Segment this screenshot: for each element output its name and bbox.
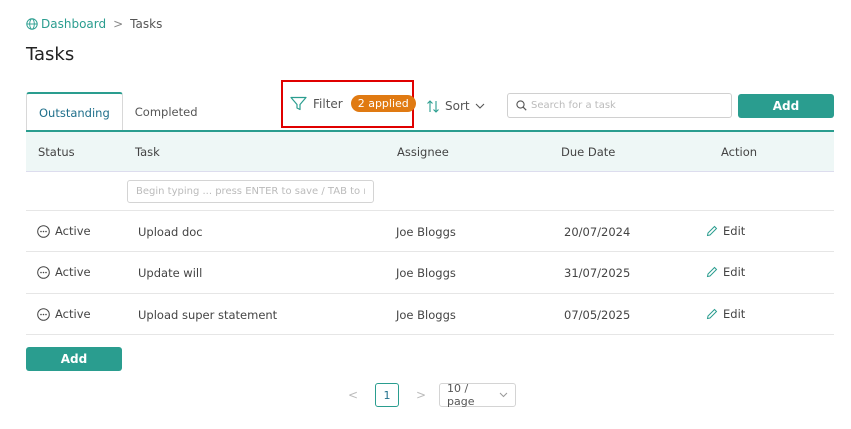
search-icon [516,100,527,111]
filter-button[interactable]: Filter 2 applied [290,95,416,112]
next-page-button[interactable]: > [413,388,429,402]
task-name: Update will [138,266,203,280]
due-date: 31/07/2025 [564,266,631,280]
tab-outstanding[interactable]: Outstanding [26,92,123,131]
breadcrumb: Dashboard > Tasks [26,17,162,31]
task-name: Upload doc [138,225,203,239]
due-date: 20/07/2024 [564,225,631,239]
status-cell: Active [37,224,91,238]
more-circle-icon [37,307,50,321]
chevron-down-icon [499,392,508,398]
more-circle-icon [37,265,50,279]
column-header-status: Status [38,145,75,159]
breadcrumb-home-label: Dashboard [41,17,107,31]
column-header-action: Action [721,145,758,159]
prev-page-button[interactable]: < [345,388,361,402]
status-text: Active [55,265,91,279]
page-number-button[interactable]: 1 [375,383,399,407]
breadcrumb-current: Tasks [130,17,163,31]
edit-label: Edit [723,307,746,321]
edit-button[interactable]: Edit [706,224,745,238]
filter-applied-badge: 2 applied [350,95,416,112]
assignee: Joe Bloggs [396,308,456,322]
pencil-icon [706,266,718,278]
assignee: Joe Bloggs [396,225,456,239]
add-task-button[interactable]: Add [738,94,834,118]
filter-icon [290,96,307,111]
edit-label: Edit [723,224,746,238]
status-text: Active [55,307,91,321]
task-tabs: Outstanding Completed [26,92,210,131]
pagination: < 1 > [345,383,429,407]
more-circle-icon [37,224,50,238]
status-text: Active [55,224,91,238]
column-header-assignee: Assignee [397,145,449,159]
column-header-due-date: Due Date [561,145,616,159]
add-task-bottom-button[interactable]: Add [26,347,122,371]
globe-icon [26,18,38,30]
pencil-icon [706,225,718,237]
edit-button[interactable]: Edit [706,265,745,279]
breadcrumb-separator: > [113,17,124,31]
edit-button[interactable]: Edit [706,307,745,321]
table-row: Active Upload doc Joe Bloggs 20/07/2024 … [26,211,834,252]
pencil-icon [706,308,718,320]
search-box [507,93,732,118]
table-row: Active Update will Joe Bloggs 31/07/2025… [26,252,834,294]
status-cell: Active [37,307,91,321]
filter-label: Filter [313,96,343,111]
sort-arrows-icon [427,99,439,113]
breadcrumb-dashboard-link[interactable]: Dashboard [26,17,106,31]
tab-completed[interactable]: Completed [123,92,210,131]
sort-button[interactable]: Sort [426,99,485,113]
sort-label: Sort [445,99,470,113]
edit-label: Edit [723,265,746,279]
assignee: Joe Bloggs [396,266,456,280]
chevron-down-icon [475,103,484,109]
new-task-input[interactable] [127,180,374,203]
page-title: Tasks [26,44,75,65]
due-date: 07/05/2025 [564,308,631,322]
table-row: Active Upload super statement Joe Bloggs… [26,294,834,335]
page-size-label: 10 / page [447,382,475,408]
status-cell: Active [37,265,91,279]
task-name: Upload super statement [138,308,278,322]
column-header-task: Task [135,145,160,159]
table-header: Status Task Assignee Due Date Action [26,132,834,172]
new-task-row [26,172,834,211]
search-input[interactable] [531,100,721,111]
page-size-select[interactable]: 10 / page [439,382,516,408]
